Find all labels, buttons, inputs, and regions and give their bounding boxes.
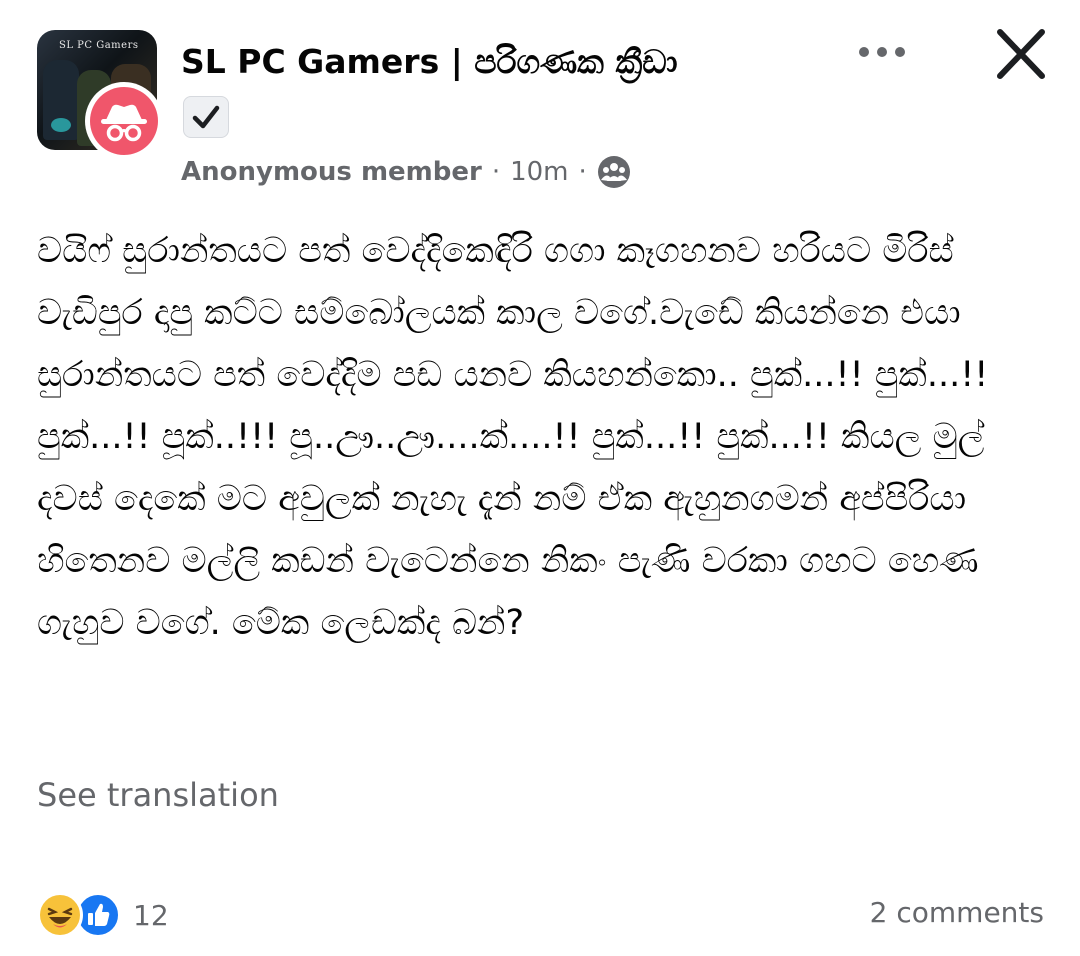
more-options-button[interactable] bbox=[850, 34, 914, 74]
author-name[interactable]: Anonymous member bbox=[181, 157, 482, 187]
reactions-summary[interactable]: 12 bbox=[37, 890, 187, 940]
reaction-count: 12 bbox=[133, 898, 169, 932]
see-translation-link[interactable]: See translation bbox=[37, 776, 279, 814]
checkmark-icon bbox=[183, 96, 229, 138]
post-footer: 12 2 comments bbox=[0, 880, 1080, 950]
close-button[interactable] bbox=[990, 24, 1052, 86]
post-text: වයිෆ් සුරාන්තයට පත් වෙද්දිකෙඳිරි ගගා කෑග… bbox=[37, 231, 989, 643]
post-time[interactable]: 10m bbox=[510, 157, 568, 187]
meta-separator: · bbox=[578, 157, 587, 187]
more-dots-icon bbox=[859, 47, 905, 57]
avatar-banner-text: SL PC Gamers bbox=[59, 40, 139, 51]
group-members-icon[interactable] bbox=[597, 155, 631, 189]
avatar-glow bbox=[51, 118, 71, 132]
close-icon bbox=[997, 29, 1045, 79]
anonymous-spy-icon bbox=[90, 87, 158, 155]
post-header: SL PC Gamers SL PC Gamers | පරිගණක ක්‍රී… bbox=[0, 0, 1080, 200]
comments-count-link[interactable]: 2 comments bbox=[870, 896, 1044, 929]
haha-reaction-icon bbox=[37, 892, 83, 938]
group-name[interactable]: SL PC Gamers | පරිගණක ක්‍රීඩා bbox=[181, 42, 678, 82]
anonymous-badge bbox=[85, 82, 163, 160]
post-meta: Anonymous member · 10m · bbox=[181, 154, 631, 190]
meta-separator: · bbox=[491, 157, 501, 187]
